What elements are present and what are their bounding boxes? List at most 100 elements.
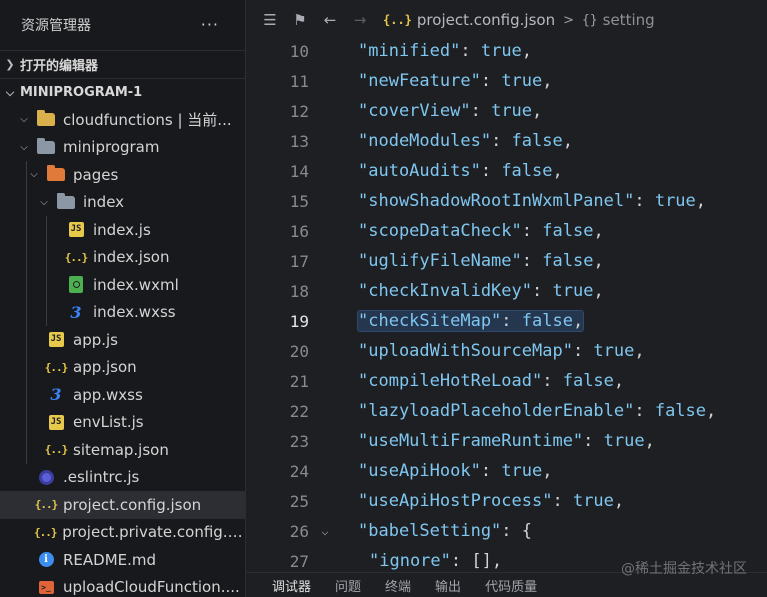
code-line[interactable]: 26 ⌵ "babelSetting": { — [247, 516, 767, 546]
json-value: true — [572, 491, 614, 511]
code-line[interactable]: 25 "useApiHostProcess": true, — [247, 486, 767, 516]
colon: : — [501, 521, 522, 541]
js-file-icon: JS — [46, 413, 66, 431]
json-file-icon: {..} — [383, 13, 412, 27]
tree-item-pages[interactable]: ⌵ pages — [0, 161, 245, 189]
code-line[interactable]: 18 "checkInvalidKey": true, — [247, 276, 767, 306]
json-file-icon: {..} — [44, 360, 68, 374]
code-line[interactable]: 23 "useMultiFrameRuntime": true, — [247, 426, 767, 456]
code-line[interactable]: 13 "nodeModules": false, — [247, 126, 767, 156]
code-text: "checkSiteMap": false, — [356, 310, 585, 332]
tab-debugger[interactable]: 调试器 — [272, 576, 311, 595]
comma: , — [542, 461, 553, 481]
code-line[interactable]: 12 "coverView": true, — [247, 96, 767, 126]
tree-item-envlist-js[interactable]: ⌵ JS envList.js — [0, 408, 245, 436]
code-text: "babelSetting": { — [358, 521, 532, 541]
breadcrumb-node[interactable]: setting — [603, 11, 655, 29]
code-area[interactable]: 10 "minified": true, 11 "newFeature": true,… — [247, 36, 767, 576]
tree-item-readme[interactable]: ⌵ i README.md — [0, 546, 245, 574]
bookmark-icon[interactable]: ⚑ — [285, 11, 315, 29]
colon: : — [552, 491, 573, 511]
tab-problems[interactable]: 问题 — [335, 576, 361, 595]
code-line[interactable]: 22 "lazyloadPlaceholderEnable": false, — [247, 396, 767, 426]
colon: : — [521, 251, 543, 271]
tree-item-upload-cloud-function[interactable]: ⌵ >_ uploadCloudFunction.... — [0, 574, 245, 597]
colon: : — [450, 551, 472, 571]
json-value: true — [654, 191, 696, 211]
tree-item-app-js[interactable]: ⌵ JS app.js — [0, 326, 245, 354]
tree-item-label: pages — [73, 165, 119, 184]
code-line[interactable]: 19 "checkSiteMap": false, — [247, 306, 767, 336]
tree-item-eslintrc[interactable]: ⌵ .eslintrc.js — [0, 464, 245, 492]
js-file-icon: JS — [46, 331, 66, 349]
line-number: 10 — [289, 41, 309, 61]
comma: , — [613, 371, 625, 391]
tree-item-index-wxml[interactable]: ⌵ index.wxml — [0, 271, 245, 299]
line-number: 25 — [289, 491, 309, 511]
json-key: "coverView" — [358, 101, 471, 121]
tree-item-index-wxss[interactable]: ⌵ 3 index.wxss — [0, 298, 245, 326]
open-editors-section[interactable]: ❯ 打开的编辑器 — [0, 50, 245, 78]
colon: : — [480, 461, 502, 481]
comma: , — [593, 281, 604, 301]
line-number: 18 — [289, 281, 309, 301]
code-line[interactable]: 15 "showShadowRootInWxmlPanel": true, — [247, 186, 767, 216]
folder-icon — [36, 137, 56, 156]
tree-item-app-wxss[interactable]: ⌵ 3 app.wxss — [0, 381, 245, 409]
code-text: "useMultiFrameRuntime": true, — [358, 431, 655, 451]
tree-item-index-folder[interactable]: ⌵ index — [0, 188, 245, 216]
line-number: 24 — [289, 461, 309, 481]
code-editor: ☰ ⚑ ← → {..} project.config.json > {} se… — [247, 0, 767, 597]
comma: , — [562, 131, 573, 151]
more-actions-icon[interactable]: ··· — [201, 15, 219, 34]
indent-guide — [46, 271, 47, 299]
code-text: "compileHotReLoad": false, — [358, 371, 624, 391]
code-text: "useApiHostProcess": true, — [358, 491, 624, 511]
code-line[interactable]: 20 "uploadWithSourceMap": true, — [247, 336, 767, 366]
tab-output[interactable]: 输出 — [435, 576, 461, 595]
code-text: "useApiHook": true, — [358, 461, 553, 481]
fold-chevron-icon[interactable]: ⌵ — [315, 524, 335, 538]
json-key: "compileHotReLoad" — [358, 371, 543, 391]
tree-item-index-json[interactable]: ⌵ {..} index.json — [0, 243, 245, 271]
json-value: false — [501, 161, 553, 181]
workspace-section[interactable]: ⌵ MINIPROGRAM-1 — [0, 78, 245, 106]
code-text: "nodeModules": false, — [358, 131, 573, 151]
tree-item-miniprogram[interactable]: ⌵ miniprogram — [0, 134, 245, 162]
code-line[interactable]: 21 "compileHotReLoad": false, — [247, 366, 767, 396]
tree-item-project-config-json[interactable]: ⌵ {..} project.config.json — [0, 491, 245, 519]
code-line[interactable]: 10 "minified": true, — [247, 36, 767, 66]
json-value: true — [480, 41, 522, 61]
list-icon[interactable]: ☰ — [255, 11, 285, 29]
json-file-icon: {..} — [44, 443, 68, 457]
info-file-icon: i — [36, 551, 56, 569]
code-line[interactable]: 14 "autoAudits": false, — [247, 156, 767, 186]
tree-item-project-private-config[interactable]: ⌵ {..} project.private.config.js... — [0, 519, 245, 547]
code-line[interactable]: 24 "useApiHook": true, — [247, 456, 767, 486]
chevron-down-icon: ⌵ — [20, 114, 28, 126]
code-line[interactable]: 17 "uglifyFileName": false, — [247, 246, 767, 276]
tree-item-app-json[interactable]: ⌵ {..} app.json — [0, 353, 245, 381]
tab-terminal[interactable]: 终端 — [385, 576, 411, 595]
terminal-file-icon: >_ — [36, 578, 56, 596]
line-number: 14 — [289, 161, 309, 181]
colon: : — [501, 311, 522, 331]
tree-item-sitemap-json[interactable]: ⌵ {..} sitemap.json — [0, 436, 245, 464]
json-value: true — [593, 341, 635, 361]
line-number: 11 — [289, 71, 309, 91]
code-line[interactable]: 16 "scopeDataCheck": false, — [247, 216, 767, 246]
back-arrow-icon[interactable]: ← — [315, 11, 345, 29]
tab-code-quality[interactable]: 代码质量 — [485, 576, 537, 595]
code-line[interactable]: 11 "newFeature": true, — [247, 66, 767, 96]
json-key: "lazyloadPlaceholderEnable" — [358, 401, 635, 421]
tree-item-index-js[interactable]: ⌵ JS index.js — [0, 216, 245, 244]
json-value: true — [501, 461, 543, 481]
line-number: 27 — [289, 551, 309, 571]
json-value: { — [521, 521, 533, 541]
line-number: 17 — [289, 251, 309, 271]
forward-arrow-icon[interactable]: → — [345, 11, 375, 29]
breadcrumb-file[interactable]: project.config.json — [417, 11, 555, 29]
code-text: "coverView": true, — [358, 101, 542, 121]
tree-item-cloudfunctions[interactable]: ⌵ cloudfunctions | 当前... — [0, 106, 245, 134]
eslint-file-icon — [36, 468, 56, 486]
